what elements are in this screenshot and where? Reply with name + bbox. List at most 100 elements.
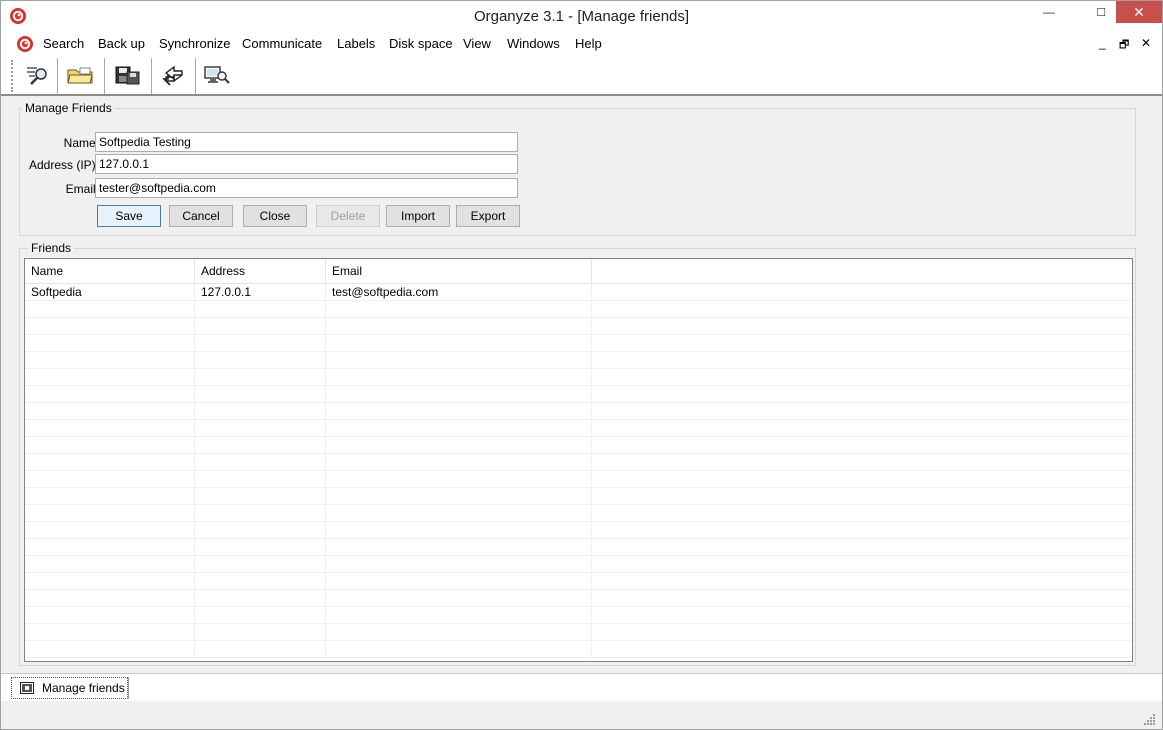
table-row-empty	[25, 335, 1132, 352]
table-row-empty	[25, 471, 1132, 488]
address-input[interactable]	[95, 154, 518, 174]
cell-address	[195, 624, 326, 641]
cell-filler	[592, 505, 1132, 522]
cell-name	[25, 522, 195, 539]
table-row-empty	[25, 488, 1132, 505]
cell-filler	[592, 352, 1132, 369]
friends-table[interactable]: Name Address Email Softpedia 127.0.0.1 tes…	[24, 258, 1133, 662]
table-row-empty	[25, 369, 1132, 386]
cell-email	[326, 539, 592, 556]
cell-name	[25, 624, 195, 641]
cell-address	[195, 369, 326, 386]
export-button[interactable]: Export	[456, 205, 520, 227]
resize-grip-icon[interactable]	[1144, 713, 1156, 725]
menu-communicate[interactable]: Communicate	[242, 36, 322, 51]
name-input[interactable]	[95, 132, 518, 152]
menu-labels[interactable]: Labels	[337, 36, 375, 51]
open-folder-icon	[67, 67, 93, 84]
mdi-minimize-button[interactable]: _	[1099, 36, 1106, 50]
toolbar-grip[interactable]	[11, 60, 14, 92]
cell-address	[195, 301, 326, 318]
close-window-button[interactable]: ✕	[1116, 1, 1162, 23]
toolbar-separator	[104, 58, 105, 94]
cell-address	[195, 318, 326, 335]
cell-name	[25, 301, 195, 318]
table-row-empty	[25, 403, 1132, 420]
cell-email	[326, 335, 592, 352]
cell-address	[195, 539, 326, 556]
column-header-email[interactable]: Email	[326, 259, 592, 284]
column-header-name[interactable]: Name	[25, 259, 195, 284]
menu-bar: Search Back up Synchronize Communicate L…	[1, 32, 1162, 56]
toolbar	[1, 56, 1162, 96]
minimize-icon: —	[1043, 5, 1055, 19]
toolbar-open-button[interactable]	[63, 60, 97, 90]
cell-filler	[592, 454, 1132, 471]
menu-windows[interactable]: Windows	[507, 36, 560, 51]
cell-email	[326, 352, 592, 369]
menu-disk-space[interactable]: Disk space	[389, 36, 453, 51]
cell-name	[25, 556, 195, 573]
cell-address	[195, 386, 326, 403]
cell-filler	[592, 556, 1132, 573]
cancel-button[interactable]: Cancel	[169, 205, 233, 227]
tab-label: Manage friends	[42, 681, 125, 695]
email-input[interactable]	[95, 178, 518, 198]
table-row-empty	[25, 301, 1132, 318]
column-header-address[interactable]: Address	[195, 259, 326, 284]
menu-search[interactable]: Search	[43, 36, 84, 51]
organyze-small-logo-icon[interactable]	[16, 35, 34, 53]
cell-name	[25, 488, 195, 505]
table-row-empty	[25, 641, 1132, 658]
toolbar-backup-button[interactable]	[110, 60, 144, 90]
mdi-restore-button[interactable]: 🗗	[1119, 36, 1129, 55]
cell-email	[326, 454, 592, 471]
cell-address	[195, 437, 326, 454]
table-row-empty	[25, 437, 1132, 454]
cell-address	[195, 607, 326, 624]
tab-manage-friends[interactable]: Manage friends	[11, 677, 128, 699]
cell-email	[326, 403, 592, 420]
cell-email	[326, 641, 592, 658]
close-button[interactable]: Close	[243, 205, 307, 227]
cell-filler	[592, 301, 1132, 318]
menu-back-up[interactable]: Back up	[98, 36, 145, 51]
cell-filler	[592, 624, 1132, 641]
cell-email	[326, 488, 592, 505]
toolbar-network-button[interactable]	[199, 60, 233, 90]
menu-synchronize[interactable]: Synchronize	[159, 36, 231, 51]
cell-address: 127.0.0.1	[195, 284, 326, 301]
table-row-empty	[25, 556, 1132, 573]
minimize-button[interactable]: —	[1036, 1, 1062, 23]
cell-email	[326, 590, 592, 607]
cell-name	[25, 369, 195, 386]
cell-name	[25, 454, 195, 471]
tab-separator	[128, 677, 129, 699]
import-button[interactable]: Import	[386, 205, 450, 227]
table-row[interactable]: Softpedia 127.0.0.1 test@softpedia.com	[25, 284, 1132, 301]
cell-email	[326, 607, 592, 624]
mdi-close-button[interactable]: ✕	[1141, 36, 1151, 50]
cell-email	[326, 420, 592, 437]
cell-name	[25, 607, 195, 624]
app-window: Organyze 3.1 - [Manage friends] — ☐ ✕ Se…	[0, 0, 1163, 730]
name-label: Name:	[63, 136, 99, 150]
toolbar-synchronize-button[interactable]	[157, 60, 191, 90]
save-button[interactable]: Save	[97, 205, 161, 227]
cell-address	[195, 522, 326, 539]
table-row-empty	[25, 624, 1132, 641]
toolbar-separator	[151, 58, 152, 94]
table-row-empty	[25, 573, 1132, 590]
cell-name	[25, 590, 195, 607]
table-row-empty	[25, 522, 1132, 539]
maximize-button[interactable]: ☐	[1088, 1, 1114, 23]
cell-email	[326, 522, 592, 539]
cell-name	[25, 403, 195, 420]
manage-friends-group: Manage Friends Name: Address (IP): Email…	[19, 101, 1136, 236]
toolbar-search-button[interactable]	[21, 60, 55, 90]
cell-address	[195, 488, 326, 505]
menu-view[interactable]: View	[463, 36, 491, 51]
status-bar	[1, 701, 1162, 729]
cell-name	[25, 437, 195, 454]
menu-help[interactable]: Help	[575, 36, 602, 51]
